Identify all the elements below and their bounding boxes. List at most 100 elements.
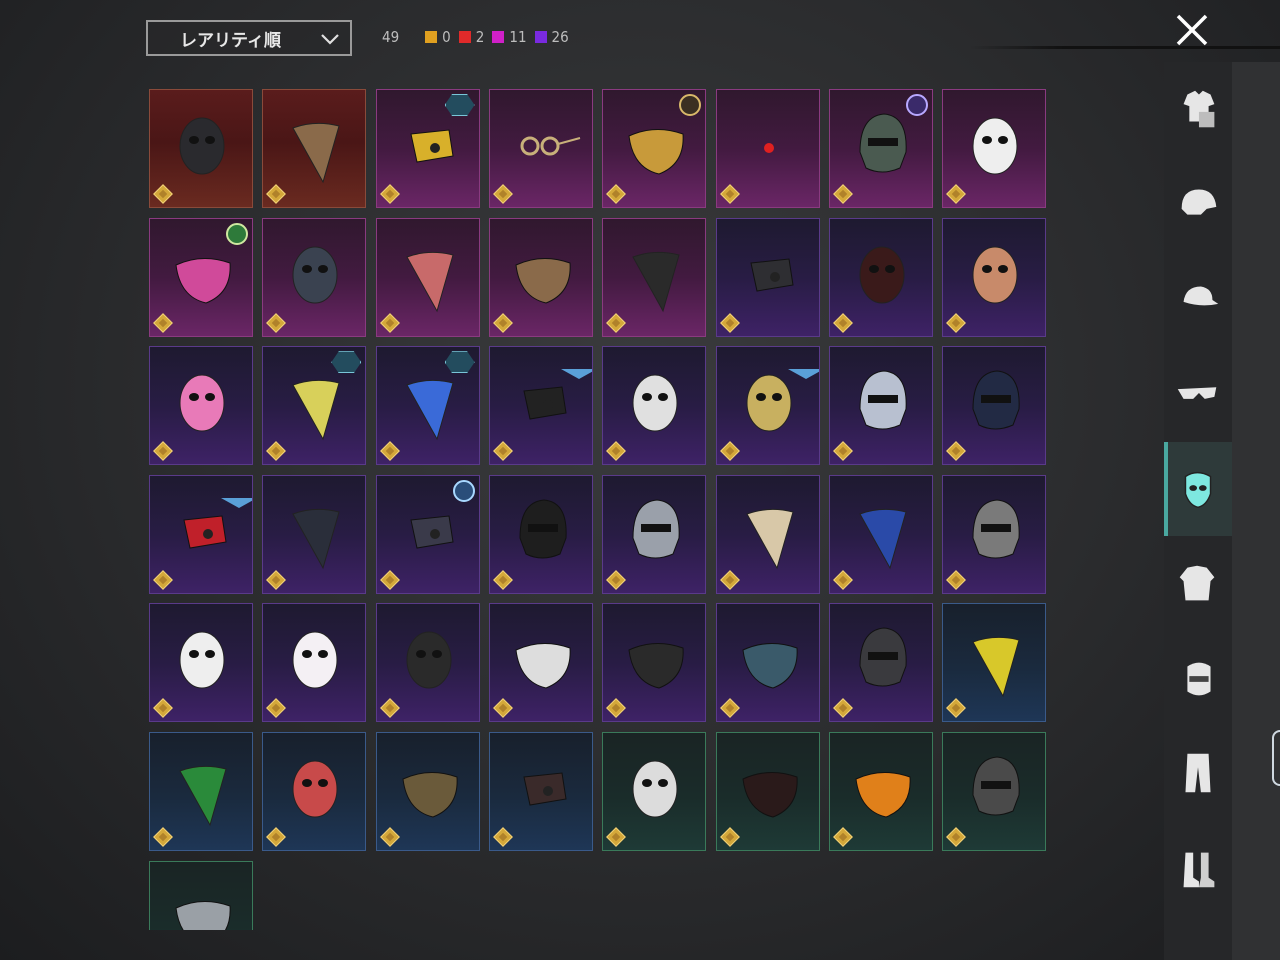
sidebar-category-helmet[interactable] bbox=[1164, 157, 1232, 251]
inventory-item[interactable] bbox=[262, 474, 367, 594]
sidebar-category-mask[interactable] bbox=[1164, 442, 1232, 536]
coin-icon bbox=[266, 441, 287, 462]
total-count: 49 bbox=[382, 28, 400, 46]
coin-icon bbox=[832, 827, 853, 847]
jacket-icon bbox=[1179, 565, 1215, 601]
coin-icon bbox=[606, 441, 627, 462]
item-quantity bbox=[946, 569, 966, 590]
inventory-item[interactable] bbox=[375, 346, 480, 466]
legendary-count: 0 bbox=[425, 28, 451, 46]
coin-icon bbox=[719, 827, 740, 847]
inventory-item[interactable] bbox=[488, 217, 593, 337]
inventory-item[interactable] bbox=[375, 603, 480, 723]
inventory-item[interactable] bbox=[488, 603, 593, 723]
inventory-item[interactable] bbox=[375, 89, 480, 208]
inventory-item[interactable] bbox=[942, 346, 1047, 466]
item-quantity bbox=[379, 827, 400, 847]
inventory-item[interactable] bbox=[262, 89, 367, 208]
inventory-item[interactable] bbox=[149, 346, 253, 466]
coin-icon bbox=[266, 698, 287, 719]
inventory-item[interactable] bbox=[942, 732, 1047, 851]
sidebar-category-boots[interactable] bbox=[1164, 822, 1232, 916]
item-quantity bbox=[719, 827, 740, 847]
inventory-item[interactable] bbox=[375, 474, 480, 594]
inventory-item[interactable] bbox=[375, 217, 480, 337]
sidebar-category-face[interactable] bbox=[1164, 632, 1232, 726]
inventory-item[interactable] bbox=[715, 89, 820, 208]
sort-dropdown[interactable]: レアリティ順 bbox=[146, 20, 352, 56]
item-quantity bbox=[832, 698, 853, 719]
item-quantity bbox=[946, 312, 966, 333]
sunglasses-icon bbox=[1177, 387, 1217, 399]
season-badge bbox=[795, 351, 817, 379]
inventory-item[interactable] bbox=[828, 732, 933, 851]
inventory-item[interactable] bbox=[715, 603, 820, 723]
inventory-item[interactable] bbox=[262, 346, 367, 466]
inventory-item[interactable] bbox=[149, 603, 253, 723]
inventory-item[interactable] bbox=[488, 474, 593, 594]
inventory-item[interactable] bbox=[942, 89, 1047, 208]
inventory-item[interactable] bbox=[262, 217, 367, 337]
rarity-counts: 49 0 2 11 26 bbox=[382, 28, 577, 46]
item-quantity bbox=[153, 698, 173, 719]
coin-icon bbox=[266, 569, 287, 590]
item-quantity bbox=[266, 827, 287, 847]
coin-icon bbox=[946, 441, 966, 462]
inventory-item[interactable] bbox=[828, 346, 933, 466]
inventory-item[interactable] bbox=[149, 732, 253, 851]
coin-icon bbox=[379, 312, 400, 333]
sort-label: レアリティ順 bbox=[180, 30, 281, 50]
close-icon[interactable] bbox=[1174, 12, 1210, 48]
inventory-item[interactable] bbox=[488, 346, 593, 466]
coin-icon bbox=[719, 184, 740, 204]
inventory-item[interactable] bbox=[828, 217, 933, 337]
inventory-item[interactable] bbox=[262, 603, 367, 723]
season-badge bbox=[452, 479, 475, 502]
season-badge bbox=[226, 222, 248, 245]
header-divider bbox=[970, 46, 1280, 49]
inventory-item[interactable] bbox=[828, 89, 933, 208]
inventory-item[interactable] bbox=[262, 732, 367, 851]
inventory-item[interactable] bbox=[715, 474, 820, 594]
legendary-square-icon bbox=[425, 31, 438, 43]
inventory-item[interactable] bbox=[375, 732, 480, 851]
sidebar-category-cap[interactable] bbox=[1164, 252, 1232, 346]
coin-icon bbox=[946, 184, 966, 204]
item-quantity bbox=[379, 569, 400, 590]
inventory-item[interactable] bbox=[942, 217, 1047, 337]
inventory-item[interactable] bbox=[942, 603, 1047, 723]
item-quantity bbox=[153, 827, 173, 847]
inventory-item[interactable] bbox=[715, 346, 820, 466]
inventory-item[interactable] bbox=[488, 732, 593, 851]
coin-icon bbox=[492, 184, 513, 204]
inventory-item[interactable] bbox=[715, 732, 820, 851]
inventory-item[interactable] bbox=[602, 89, 707, 208]
inventory-item[interactable] bbox=[149, 217, 253, 337]
inventory-item[interactable] bbox=[942, 474, 1047, 594]
inventory-item[interactable] bbox=[602, 346, 707, 466]
coin-icon bbox=[832, 698, 853, 719]
inventory-item[interactable] bbox=[488, 89, 593, 208]
sidebar-category-jacket[interactable] bbox=[1164, 537, 1232, 631]
epic-count: 11 bbox=[492, 28, 527, 46]
inventory-item[interactable] bbox=[149, 860, 253, 930]
season-badge bbox=[905, 94, 928, 116]
item-quantity bbox=[719, 441, 740, 462]
inventory-item[interactable] bbox=[149, 474, 253, 594]
inventory-item[interactable] bbox=[149, 89, 253, 208]
helmet-icon bbox=[1181, 189, 1217, 215]
sidebar-category-pants[interactable] bbox=[1164, 727, 1232, 821]
inventory-item[interactable] bbox=[602, 603, 707, 723]
item-quantity bbox=[153, 312, 173, 333]
sidebar-category-outfit[interactable] bbox=[1164, 62, 1232, 156]
inventory-item[interactable] bbox=[828, 474, 933, 594]
inventory-item[interactable] bbox=[715, 217, 820, 337]
inventory-item[interactable] bbox=[602, 732, 707, 851]
coin-icon bbox=[606, 827, 627, 847]
inventory-item[interactable] bbox=[602, 217, 707, 337]
edge-pull-tab[interactable] bbox=[1272, 730, 1280, 786]
coin-icon bbox=[832, 184, 853, 204]
inventory-item[interactable] bbox=[828, 603, 933, 723]
sidebar-category-sunglasses[interactable] bbox=[1164, 347, 1232, 441]
inventory-item[interactable] bbox=[602, 474, 707, 594]
